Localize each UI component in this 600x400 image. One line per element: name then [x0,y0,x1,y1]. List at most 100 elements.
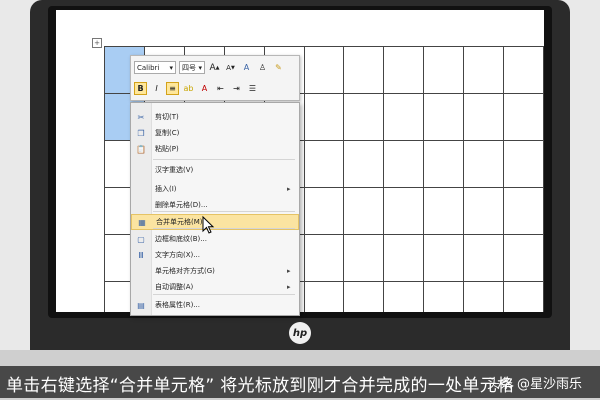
table-cell[interactable] [423,140,465,188]
table-properties-icon: ▤ [137,300,145,310]
table-cell[interactable] [503,140,544,188]
menu-item-3[interactable]: 📋 粘贴(P) [131,141,299,157]
highlight-button[interactable]: ab [182,82,195,95]
hp-logo: hp [289,322,311,344]
watermark: 头条 @星沙雨乐 [486,377,582,392]
table-cell[interactable] [423,187,465,235]
font-size-dropdown[interactable]: 四号 ▾ [179,61,205,74]
menu-item-label: 插入(I) [155,185,177,193]
menu-item-1[interactable]: ✂ 剪切(T) [131,109,299,125]
menu-item-label: 汉字重选(V) [155,166,194,174]
menu-item-label: 合并单元格(M) [156,218,203,226]
table-cell[interactable] [343,93,385,141]
menu-item-10[interactable]: 单元格对齐方式(G) ▸ [131,263,299,279]
table-cell[interactable] [423,46,465,94]
text-direction-icon: Ⅲ [138,250,144,260]
menu-item-label: 删除单元格(D)... [155,201,208,209]
center-align-button[interactable]: ≡ [166,82,179,95]
table-cell[interactable] [343,140,385,188]
mouse-cursor-icon [202,215,215,234]
styles-icon: A [243,63,250,72]
video-subtitle: 单击右键选择“合并单元格” 将光标放到刚才合并完成的一处单元格 [6,376,515,396]
mini-formatting-toolbar: Calibri ▾ 四号 ▾ A ▲ A ▼ A ♙ ✎ B I ≡ ab A ⇤ … [130,55,300,101]
center-align-icon: ≡ [169,84,176,93]
table-cell[interactable] [503,281,544,312]
menu-item-label: 自动调整(A) [155,283,194,291]
table-cell[interactable] [343,281,385,312]
table-cell[interactable] [383,140,425,188]
bold-button[interactable]: B [134,82,147,95]
menu-item-4[interactable]: 汉字重选(V) [131,162,299,178]
table-cell[interactable] [423,234,465,282]
styles-button[interactable]: A [240,61,253,74]
table-cell[interactable] [503,93,544,141]
font-name-value: Calibri [137,63,160,72]
table-cell[interactable] [463,187,505,235]
bold-icon: B [137,84,144,93]
clear-format-button[interactable]: ✎ [272,61,285,74]
table-cell[interactable] [343,234,385,282]
menu-item-8[interactable]: ▢ 边框和底纹(B)... [131,231,299,247]
table-cell[interactable] [343,187,385,235]
menu-separator [153,294,295,295]
italic-button[interactable]: I [150,82,163,95]
paste-icon: 📋 [136,144,146,154]
table-cell[interactable] [463,93,505,141]
chevron-right-icon: ▸ [287,267,291,275]
menu-item-label: 剪切(T) [155,113,179,121]
table-cell[interactable] [423,93,465,141]
shrink-font-button[interactable]: A ▼ [224,61,237,74]
format-painter-button[interactable]: ♙ [256,61,269,74]
table-cell[interactable] [343,46,385,94]
font-size-value: 四号 [182,63,196,72]
chevron-down-icon: ▾ [169,63,173,72]
table-cell[interactable] [383,187,425,235]
menu-item-5[interactable]: 插入(I) ▸ [131,181,299,197]
scissors-icon: ✂ [137,112,145,122]
menu-separator [153,228,295,229]
table-move-handle-icon[interactable]: + [92,38,102,48]
table-cell[interactable] [303,46,345,94]
grow-font-button[interactable]: A ▲ [208,61,221,74]
table-cell[interactable] [463,140,505,188]
table-cell[interactable] [463,234,505,282]
menu-item-12[interactable]: ▤ 表格属性(R)... [131,297,299,313]
table-cell[interactable] [463,46,505,94]
menu-item-9[interactable]: Ⅲ 文字方向(X)... [131,247,299,263]
bullets-button[interactable]: ☰ [246,82,259,95]
chevron-right-icon: ▸ [287,283,291,291]
increase-indent-icon: ⇥ [233,84,240,93]
table-cell[interactable] [423,281,465,312]
table-cell[interactable] [503,234,544,282]
menu-item-11[interactable]: 自动调整(A) ▸ [131,279,299,295]
menu-item-label: 粘贴(P) [155,145,179,153]
menu-item-label: 复制(C) [155,129,180,137]
menu-item-label: 文字方向(X)... [155,251,200,259]
menu-item-label: 单元格对齐方式(G) [155,267,215,275]
copy-icon: ❐ [137,128,145,138]
table-cell[interactable] [303,281,345,312]
decrease-indent-icon: ⇤ [217,84,224,93]
table-cell[interactable] [303,93,345,141]
hp-logo-text: hp [292,327,308,339]
table-cell[interactable] [503,187,544,235]
table-cell[interactable] [503,46,544,94]
font-color-button[interactable]: A [198,82,211,95]
font-name-dropdown[interactable]: Calibri ▾ [134,61,176,74]
chevron-down-icon: ▾ [198,63,202,72]
chevron-right-icon: ▸ [287,185,291,193]
menu-item-2[interactable]: ❐ 复制(C) [131,125,299,141]
table-cell[interactable] [303,140,345,188]
borders-icon: ▢ [137,234,145,244]
table-cell[interactable] [463,281,505,312]
table-cell[interactable] [383,234,425,282]
table-cell[interactable] [383,281,425,312]
table-cell[interactable] [303,234,345,282]
decrease-indent-button[interactable]: ⇤ [214,82,227,95]
merge-cells-icon: ▦ [138,217,146,227]
table-cell[interactable] [383,46,425,94]
increase-indent-button[interactable]: ⇥ [230,82,243,95]
format-painter-icon: ♙ [258,63,267,72]
table-cell[interactable] [383,93,425,141]
table-cell[interactable] [303,187,345,235]
